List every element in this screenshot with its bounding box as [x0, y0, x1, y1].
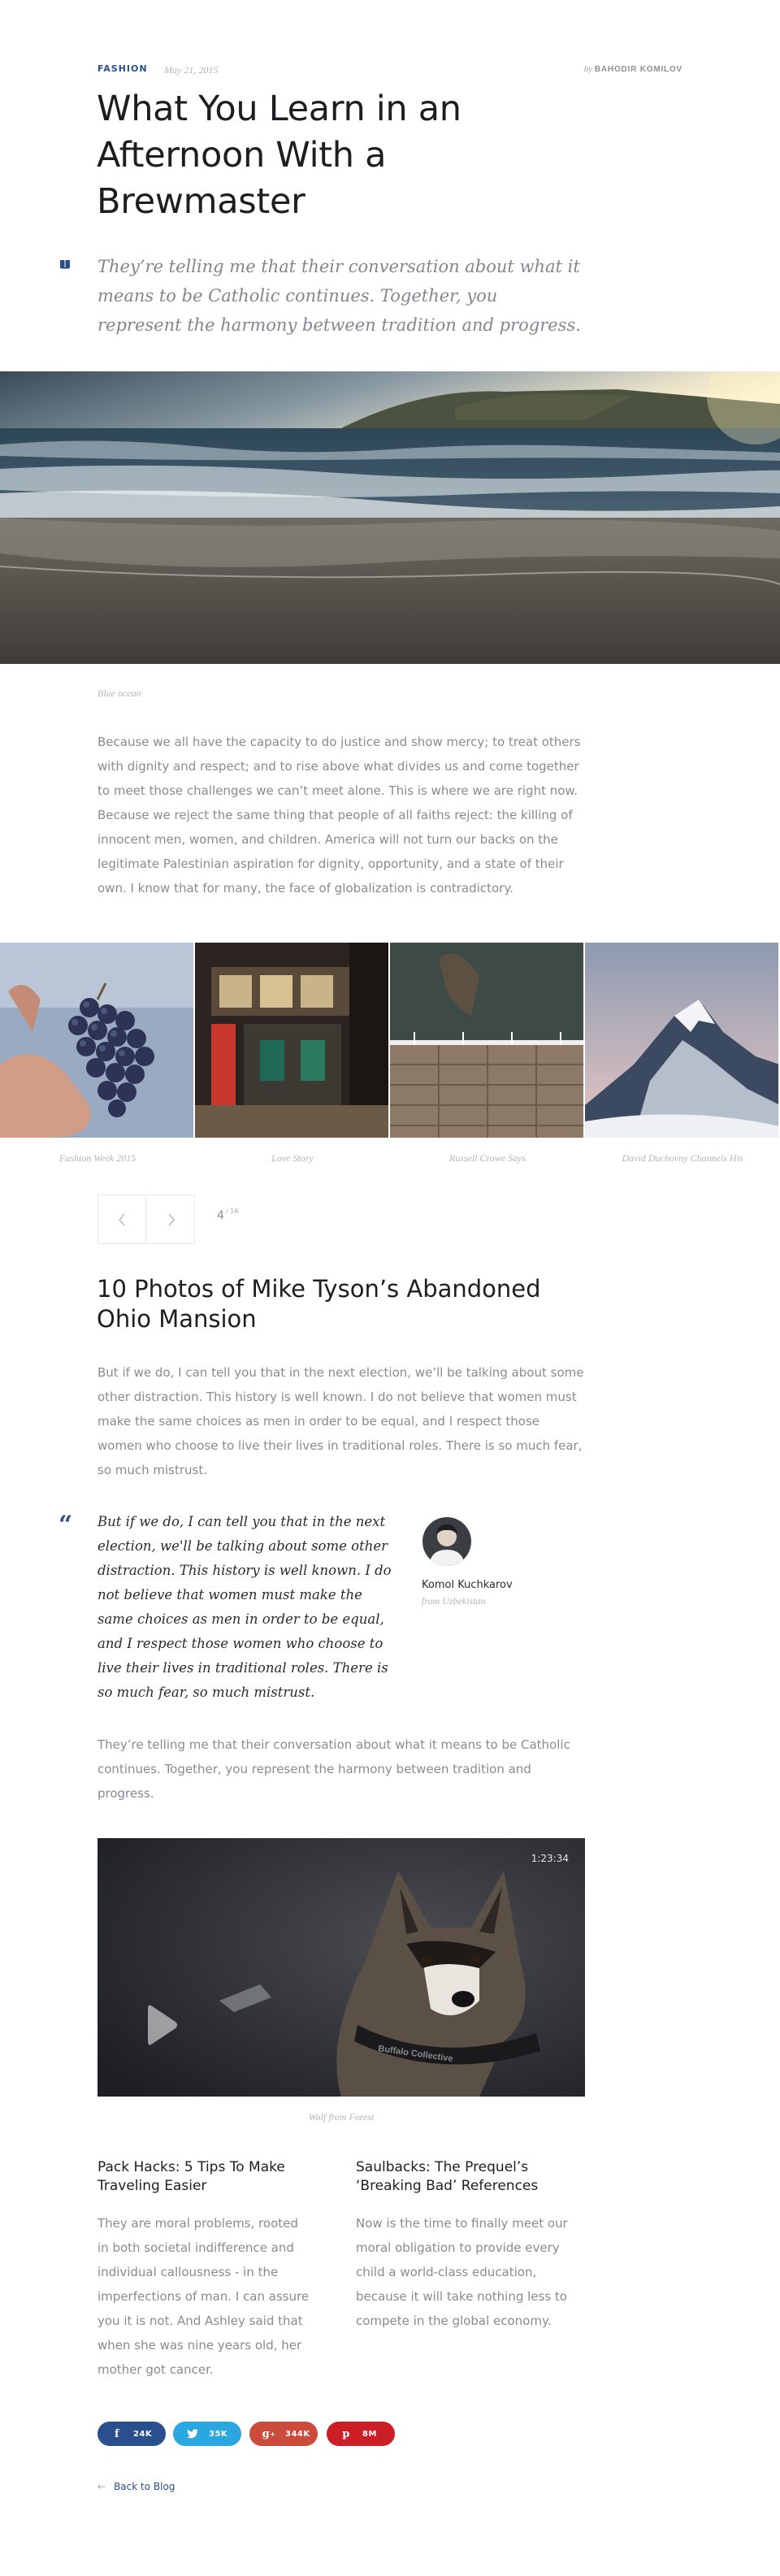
gallery-caption: Russell Crowe Says: [448, 1152, 526, 1164]
gallery-photo-deck[interactable]: [390, 943, 583, 1138]
pinterest-icon: p: [342, 2427, 350, 2440]
gallery-caption: Love Story: [271, 1152, 314, 1164]
google-plus-count: 344K: [285, 2429, 310, 2439]
gallery-counter: 4/ 16: [217, 1208, 239, 1222]
back-to-blog-label: Back to Blog: [114, 2481, 176, 2492]
byline: by BAHODIR KOMILOV: [584, 64, 682, 74]
video-player[interactable]: Buffalo Collective 1:23:34: [98, 1838, 585, 2097]
category-link[interactable]: FASHION: [98, 63, 148, 74]
quote-origin: from Uzbekistan: [422, 1595, 486, 1607]
next-button[interactable]: [147, 1195, 195, 1243]
arrow-left-icon: ←: [98, 2481, 106, 2492]
article-paragraph: But if we do, I can tell you that in the…: [98, 1365, 584, 1477]
chevron-right-icon: [167, 1213, 175, 1225]
facebook-share-button[interactable]: f 24K: [98, 2422, 166, 2446]
publish-date: May 21, 2015: [164, 64, 219, 76]
article-paragraph: Because we all have the capacity to do j…: [98, 735, 581, 896]
gallery-caption: Fashion Week 2015: [58, 1152, 136, 1164]
video-caption: Wolf from Forest: [308, 2111, 375, 2123]
photo-gallery: [0, 943, 780, 1138]
gallery-total: 16: [230, 1208, 239, 1215]
quote-author: Komol Kuchkarov: [422, 1579, 513, 1591]
article-title: What You Learn in an Afternoon With a Br…: [97, 89, 462, 222]
twitter-icon: [186, 2427, 199, 2440]
quote-icon: “: [58, 1511, 73, 1539]
section-heading: 10 Photos of Mike Tyson’s Abandoned Ohio…: [97, 1275, 541, 1333]
gallery-photo-mountain[interactable]: [585, 943, 778, 1138]
pinterest-count: 8M: [362, 2429, 377, 2439]
gallery-photo-grapes[interactable]: [0, 943, 193, 1138]
related-post-title[interactable]: Pack Hacks: 5 Tips To Make Traveling Eas…: [98, 2158, 313, 2196]
video-duration: 1:23:34: [531, 1853, 569, 1864]
gallery-pager: [98, 1195, 195, 1244]
related-post-excerpt: Now is the time to finally meet our mora…: [356, 2216, 568, 2328]
prev-button[interactable]: [98, 1195, 146, 1243]
twitter-share-button[interactable]: 35K: [173, 2422, 241, 2446]
article-lead: They’re telling me that their conversati…: [98, 257, 581, 335]
avatar: [422, 1517, 471, 1566]
book-icon: [60, 260, 70, 269]
pull-quote: But if we do, I can tell you that in the…: [98, 1514, 392, 1700]
hero-caption: Blue ocean: [98, 687, 141, 699]
article-page: FASHION May 21, 2015 by BAHODIR KOMILOV …: [0, 0, 780, 2576]
gallery-current: 4: [217, 1209, 224, 1222]
article-meta: FASHION May 21, 2015 by BAHODIR KOMILOV: [98, 63, 682, 76]
chevron-left-icon: [119, 1213, 125, 1225]
facebook-count: 24K: [133, 2429, 153, 2439]
pinterest-share-button[interactable]: p 8M: [327, 2422, 395, 2446]
related-post-title[interactable]: Saulbacks: The Prequel’s ‘Breaking Bad’ …: [356, 2158, 571, 2196]
hero-image: [0, 371, 780, 664]
facebook-icon: f: [114, 2427, 120, 2440]
byline-prefix: by: [583, 64, 593, 74]
play-icon[interactable]: [146, 2002, 179, 2048]
related-post: Pack Hacks: 5 Tips To Make Traveling Eas…: [98, 2158, 313, 2382]
related-post-excerpt: They are moral problems, rooted in both …: [98, 2216, 310, 2377]
related-post: Saulbacks: The Prequel’s ‘Breaking Bad’ …: [356, 2158, 571, 2333]
gallery-photo-tram[interactable]: [195, 943, 388, 1138]
article-paragraph: They’re telling me that their conversati…: [98, 1737, 570, 1801]
gallery-caption: David Duchovny Channels His: [622, 1152, 743, 1164]
google-plus-icon: g +: [262, 2427, 276, 2440]
google-plus-share-button[interactable]: g + 344K: [249, 2422, 318, 2446]
author-link[interactable]: BAHODIR KOMILOV: [595, 65, 682, 74]
back-to-blog-link[interactable]: ← Back to Blog: [98, 2481, 175, 2492]
twitter-count: 35K: [209, 2429, 228, 2439]
